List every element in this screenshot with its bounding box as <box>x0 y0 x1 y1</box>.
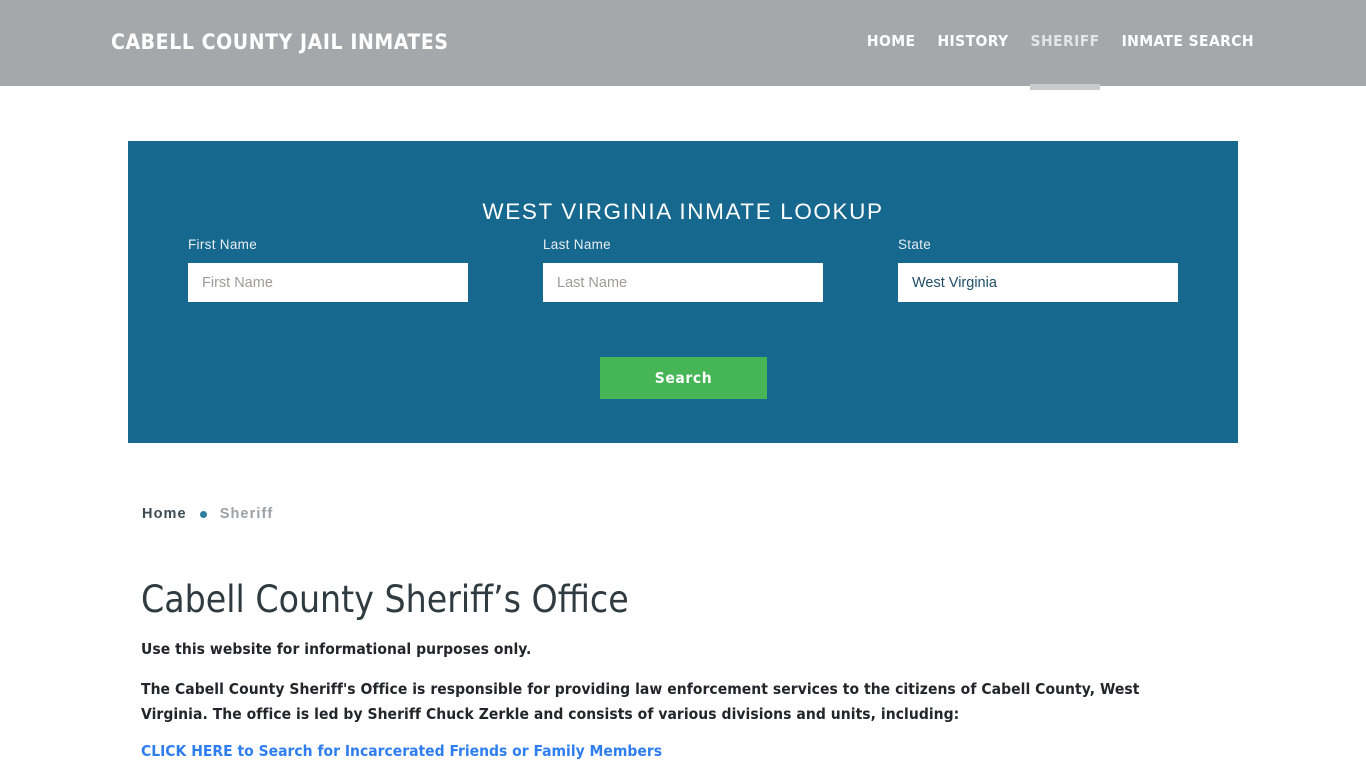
state-input[interactable] <box>898 263 1178 302</box>
breadcrumb: Home Sheriff <box>142 506 273 522</box>
site-brand-logo[interactable]: CABELL COUNTY JAIL INMATES <box>111 30 449 54</box>
nav-item-history[interactable]: HISTORY <box>937 32 1008 50</box>
breadcrumb-item-home[interactable]: Home <box>142 506 187 522</box>
last-name-label: Last Name <box>543 237 611 252</box>
lookup-panel-title: WEST VIRGINIA INMATE LOOKUP <box>482 198 884 224</box>
page-title: Cabell County Sheriff’s Office <box>141 578 629 621</box>
last-name-input[interactable] <box>543 263 823 302</box>
informational-notice: Use this website for informational purpo… <box>141 640 532 658</box>
office-description: The Cabell County Sheriff's Office is re… <box>141 680 1140 724</box>
nav-item-inmate-search[interactable]: INMATE SEARCH <box>1122 32 1254 50</box>
main-navigation: HOME HISTORY SHERIFF INMATE SEARCH <box>867 32 1254 50</box>
breadcrumb-separator-dot-icon <box>199 510 207 518</box>
search-button[interactable]: Search <box>600 357 767 399</box>
first-name-input[interactable] <box>188 263 468 302</box>
inmate-search-cta-link[interactable]: CLICK HERE to Search for Incarcerated Fr… <box>141 742 662 760</box>
state-field-group: State <box>898 237 1178 302</box>
first-name-field-group: First Name <box>188 237 468 302</box>
inmate-lookup-panel: WEST VIRGINIA INMATE LOOKUP First Name L… <box>128 141 1238 443</box>
first-name-label: First Name <box>188 237 258 252</box>
nav-item-home[interactable]: HOME <box>867 32 916 50</box>
breadcrumb-item-current: Sheriff <box>219 506 274 522</box>
last-name-field-group: Last Name <box>543 237 823 302</box>
state-label: State <box>898 237 932 252</box>
nav-item-sheriff[interactable]: SHERIFF <box>1031 32 1100 50</box>
site-header: CABELL COUNTY JAIL INMATES HOME HISTORY … <box>0 0 1366 86</box>
